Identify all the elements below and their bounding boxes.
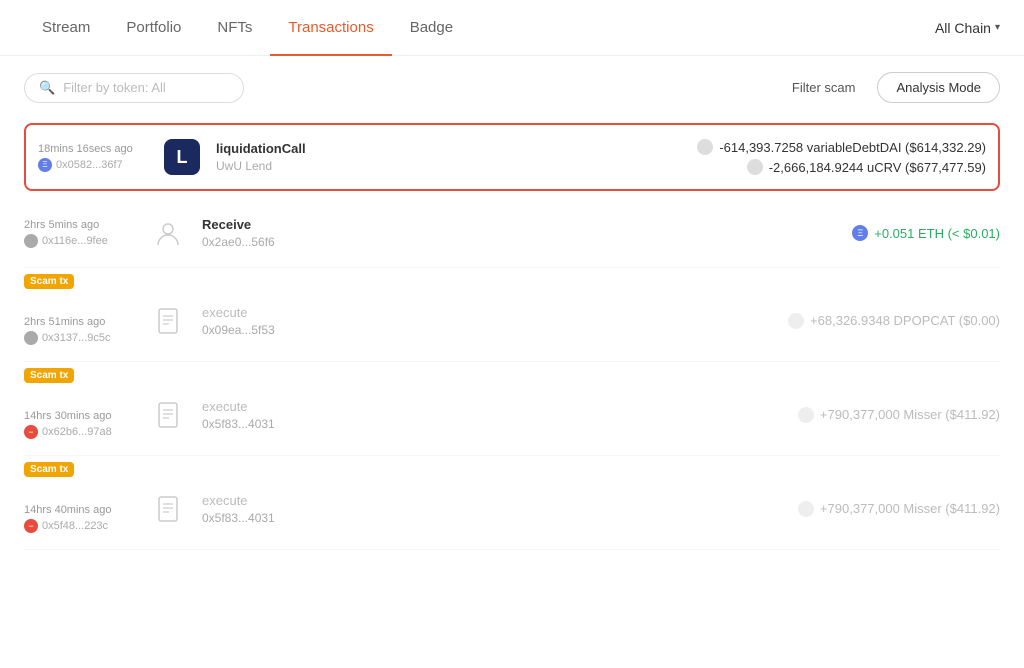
nav-item-stream[interactable]: Stream (24, 0, 108, 56)
tx-amount: -614,393.7258 variableDebtDAI ($614,332.… (697, 139, 986, 155)
amount-token-icon (697, 139, 713, 155)
tx-amounts: -614,393.7258 variableDebtDAI ($614,332.… (697, 139, 986, 175)
search-placeholder: Filter by token: All (63, 80, 166, 95)
tx-info: execute 0x5f83...4031 (202, 493, 782, 525)
tx-protocol: 0x09ea...5f53 (202, 323, 772, 337)
tx-amount: +68,326.9348 DPOPCAT ($0.00) (788, 313, 1000, 329)
table-row[interactable]: Scam tx 14hrs 40mins ago − 0x5f48...223c… (24, 456, 1000, 550)
tx-hash: Ξ 0x0582...36f7 (38, 158, 148, 172)
tx-meta: 18mins 16secs ago Ξ 0x0582...36f7 (38, 143, 148, 172)
table-row[interactable]: 18mins 16secs ago Ξ 0x0582...36f7 L liqu… (24, 123, 1000, 191)
chain-icon: − (24, 425, 38, 439)
nav-item-nfts[interactable]: NFTs (199, 0, 270, 56)
tx-amount: +790,377,000 Misser ($411.92) (798, 501, 1000, 517)
tx-info: execute 0x09ea...5f53 (202, 305, 772, 337)
amount-text: -2,666,184.9244 uCRV ($677,477.59) (769, 160, 986, 175)
tx-protocol: 0x2ae0...56f6 (202, 235, 836, 249)
chain-icon (24, 331, 38, 345)
top-nav: Stream Portfolio NFTs Transactions Badge… (0, 0, 1024, 56)
transaction-list: 18mins 16secs ago Ξ 0x0582...36f7 L liqu… (0, 123, 1024, 550)
tx-protocol-icon: L (164, 139, 200, 175)
tx-time: 18mins 16secs ago (38, 143, 148, 155)
tx-meta: 2hrs 51mins ago 0x3137...9c5c (24, 296, 134, 345)
nav-item-portfolio[interactable]: Portfolio (108, 0, 199, 56)
tx-hash: 0x116e...9fee (24, 234, 134, 248)
tx-doc-icon (150, 303, 186, 339)
amount-token-icon (747, 159, 763, 175)
tx-info: execute 0x5f83...4031 (202, 399, 782, 431)
eth-chain-icon: Ξ (38, 158, 52, 172)
nav-item-badge[interactable]: Badge (392, 0, 471, 56)
tx-person-icon (150, 215, 186, 251)
tx-hash-value: 0x62b6...97a8 (42, 426, 112, 438)
tx-info: liquidationCall UwU Lend (216, 141, 681, 173)
nav-label-stream: Stream (42, 19, 90, 36)
tx-amounts: +790,377,000 Misser ($411.92) (798, 501, 1000, 517)
nav-item-transactions[interactable]: Transactions (270, 0, 391, 56)
tx-name: liquidationCall (216, 141, 681, 156)
table-row[interactable]: Scam tx 2hrs 51mins ago 0x3137...9c5c ex… (24, 268, 1000, 362)
tx-amounts: Ξ +0.051 ETH (< $0.01) (852, 225, 1000, 241)
tx-time: 2hrs 5mins ago (24, 219, 134, 231)
tx-doc-icon (150, 491, 186, 527)
amount-token-icon (788, 313, 804, 329)
amount-text: +790,377,000 Misser ($411.92) (820, 407, 1000, 422)
tx-hash-value: 0x0582...36f7 (56, 159, 123, 171)
amount-text: +68,326.9348 DPOPCAT ($0.00) (810, 313, 1000, 328)
tx-amounts: +790,377,000 Misser ($411.92) (798, 407, 1000, 423)
chain-selector[interactable]: All Chain ▾ (935, 20, 1000, 36)
toolbar: 🔍 Filter by token: All Filter scam Analy… (0, 56, 1024, 119)
scam-badge: Scam tx (24, 274, 74, 289)
chain-icon (24, 234, 38, 248)
chain-icon: − (24, 519, 38, 533)
nav-label-portfolio: Portfolio (126, 19, 181, 36)
tx-meta: 14hrs 40mins ago − 0x5f48...223c (24, 484, 134, 533)
tx-hash: − 0x62b6...97a8 (24, 425, 134, 439)
eth-icon: Ξ (852, 225, 868, 241)
amount-text: +0.051 ETH (< $0.01) (874, 226, 1000, 241)
tx-name: execute (202, 305, 772, 320)
amount-token-icon (798, 501, 814, 517)
tx-hash: 0x3137...9c5c (24, 331, 134, 345)
tx-hash-value: 0x3137...9c5c (42, 332, 111, 344)
tx-amount: Ξ +0.051 ETH (< $0.01) (852, 225, 1000, 241)
amount-text: +790,377,000 Misser ($411.92) (820, 501, 1000, 516)
scam-badge: Scam tx (24, 462, 74, 477)
nav-label-badge: Badge (410, 19, 453, 36)
tx-doc-icon (150, 397, 186, 433)
tx-time: 14hrs 30mins ago (24, 410, 134, 422)
tx-info: Receive 0x2ae0...56f6 (202, 217, 836, 249)
tx-amount: -2,666,184.9244 uCRV ($677,477.59) (747, 159, 986, 175)
tx-meta: 2hrs 5mins ago 0x116e...9fee (24, 219, 134, 248)
scam-badge: Scam tx (24, 368, 74, 383)
tx-amounts: +68,326.9348 DPOPCAT ($0.00) (788, 313, 1000, 329)
chain-selector-label: All Chain (935, 20, 991, 36)
amount-text: -614,393.7258 variableDebtDAI ($614,332.… (719, 140, 986, 155)
search-icon: 🔍 (39, 80, 55, 96)
tx-time: 2hrs 51mins ago (24, 316, 134, 328)
analysis-mode-button[interactable]: Analysis Mode (877, 72, 1000, 103)
tx-name: Receive (202, 217, 836, 232)
tx-protocol: UwU Lend (216, 159, 681, 173)
amount-token-icon (798, 407, 814, 423)
nav-label-nfts: NFTs (217, 19, 252, 36)
tx-name: execute (202, 493, 782, 508)
table-row[interactable]: Scam tx 14hrs 30mins ago − 0x62b6...97a8… (24, 362, 1000, 456)
chevron-down-icon: ▾ (995, 22, 1000, 33)
tx-protocol: 0x5f83...4031 (202, 417, 782, 431)
tx-protocol: 0x5f83...4031 (202, 511, 782, 525)
tx-hash-value: 0x5f48...223c (42, 520, 108, 532)
search-box[interactable]: 🔍 Filter by token: All (24, 73, 244, 103)
nav-label-transactions: Transactions (288, 19, 373, 36)
table-row[interactable]: 2hrs 5mins ago 0x116e...9fee Receive 0x2… (24, 199, 1000, 268)
tx-meta: 14hrs 30mins ago − 0x62b6...97a8 (24, 390, 134, 439)
filter-scam-button[interactable]: Filter scam (782, 74, 866, 101)
tx-time: 14hrs 40mins ago (24, 504, 134, 516)
tx-name: execute (202, 399, 782, 414)
tx-hash-value: 0x116e...9fee (42, 235, 108, 247)
tx-hash: − 0x5f48...223c (24, 519, 134, 533)
tx-amount: +790,377,000 Misser ($411.92) (798, 407, 1000, 423)
